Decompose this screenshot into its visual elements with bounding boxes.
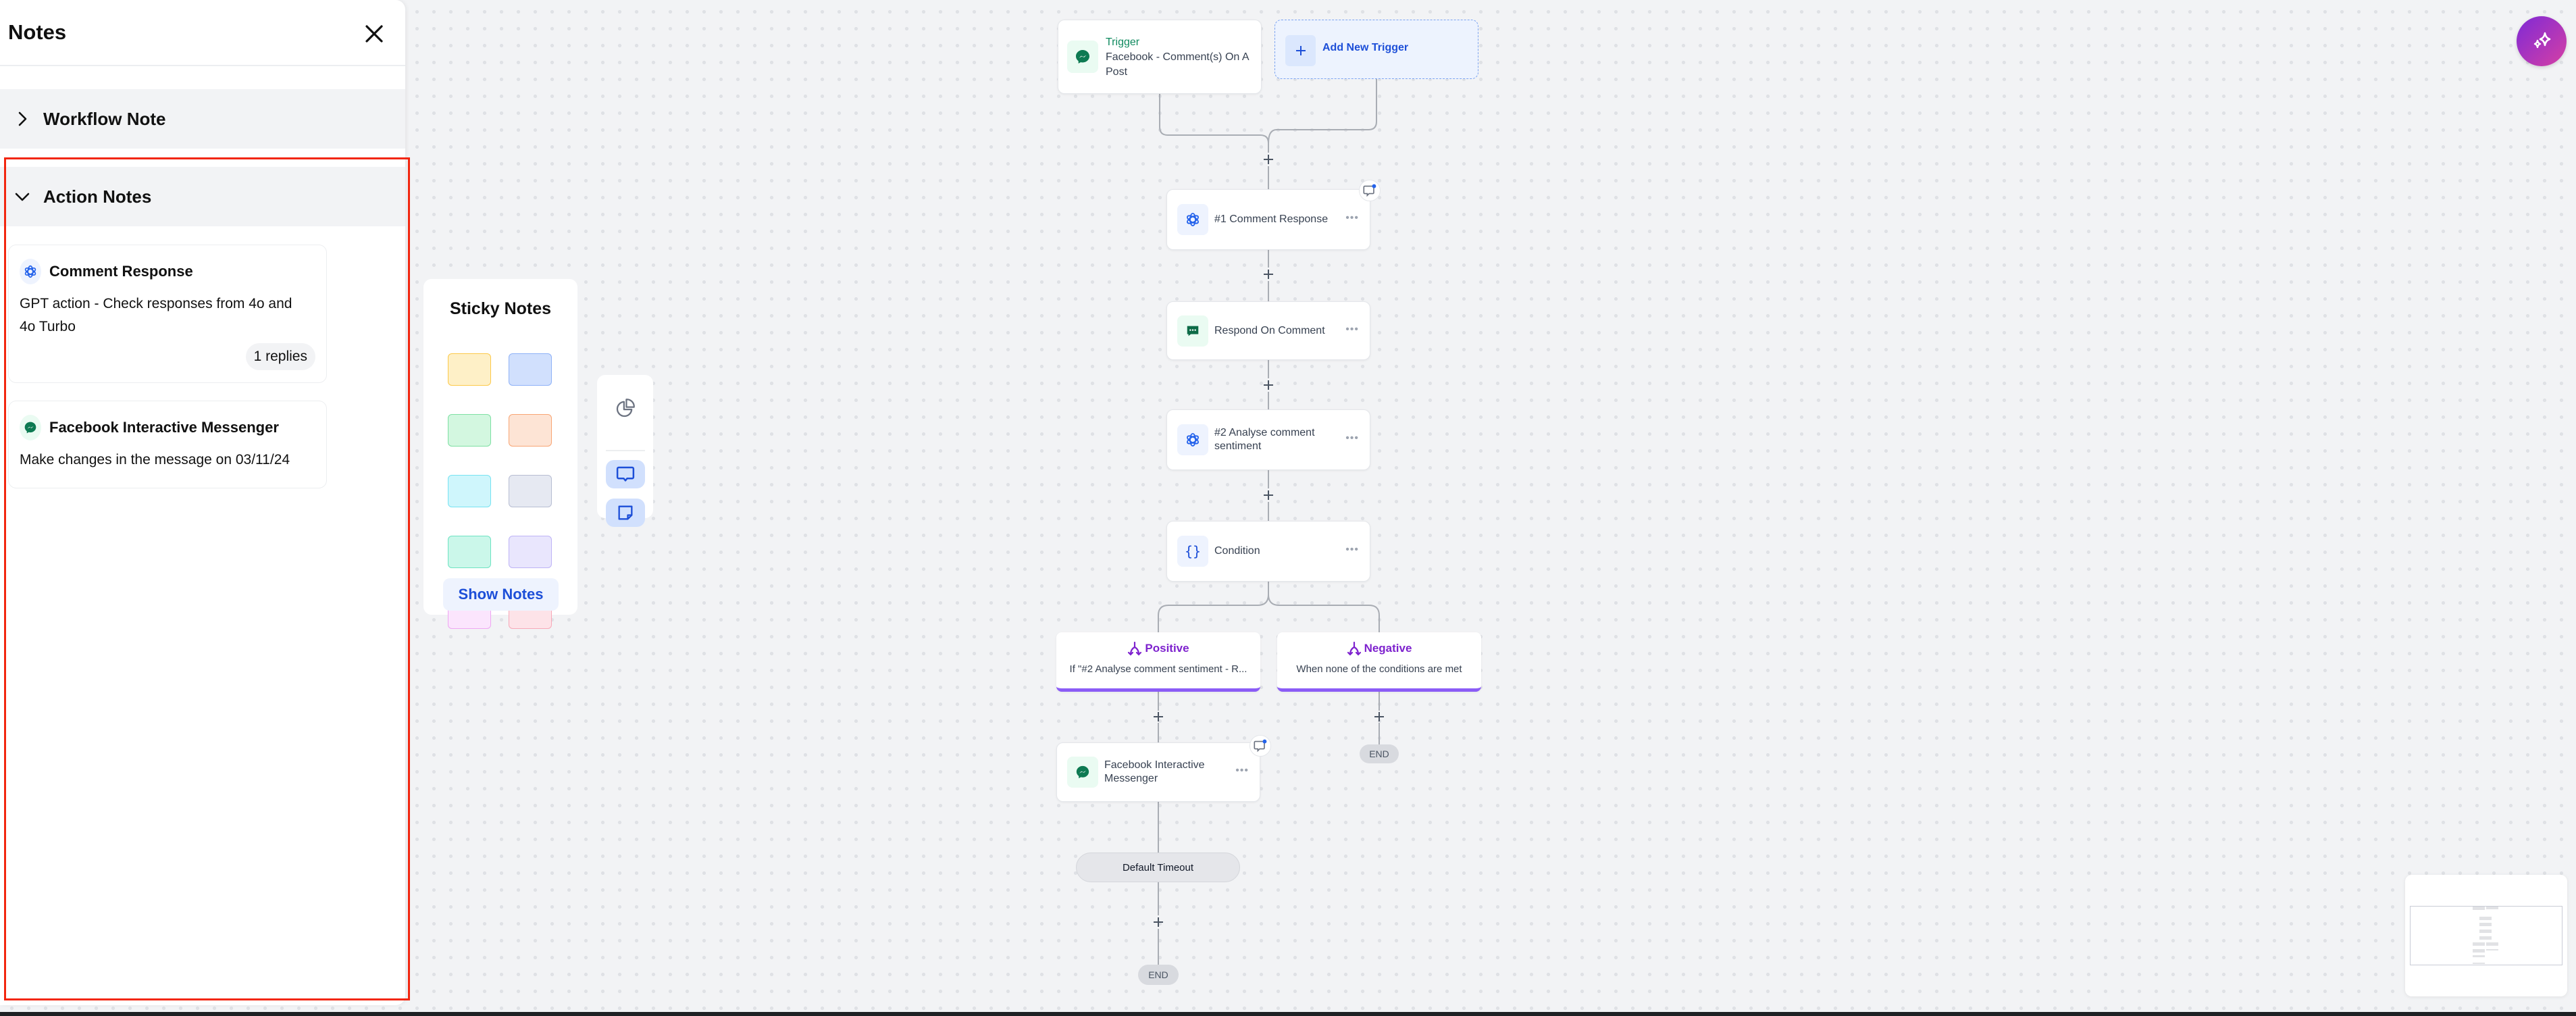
node-title: Facebook Interactive Messenger: [1104, 759, 1205, 784]
branch-split-icon: [1347, 641, 1361, 656]
branch-label: Negative: [1364, 642, 1412, 655]
add-step-plus-icon[interactable]: [1152, 711, 1164, 723]
trigger-text: Trigger Facebook - Comment(s) On A Post: [1106, 35, 1258, 80]
connector-branch-positive: [1158, 582, 1269, 632]
node-title: Respond On Comment: [1214, 324, 1325, 336]
minimap-node: [2473, 955, 2485, 957]
minimap-node: [2473, 942, 2485, 946]
more-options-icon[interactable]: •••: [1235, 765, 1249, 777]
minimap-node: [2486, 942, 2498, 946]
add-step-plus-icon[interactable]: [1262, 268, 1274, 280]
node-title: #2 Analyse comment sentiment: [1214, 427, 1315, 452]
minimap-node: [2473, 949, 2485, 952]
add-step-plus-icon[interactable]: [1262, 489, 1274, 501]
window-bottom-edge: [0, 1012, 2576, 1016]
end-node: END: [1138, 965, 1179, 985]
add-new-trigger-button[interactable]: Add New Trigger: [1274, 20, 1478, 79]
add-step-plus-icon[interactable]: [1262, 379, 1274, 391]
add-new-trigger-label: Add New Trigger: [1322, 42, 1409, 53]
branch-description: When none of the conditions are met: [1296, 663, 1462, 675]
default-timeout-node[interactable]: Default Timeout: [1076, 853, 1240, 882]
minimap-node: [2479, 917, 2492, 920]
action-node-respond-on-comment[interactable]: Respond On Comment •••: [1166, 301, 1370, 360]
minimap-node: [2486, 907, 2498, 909]
trigger-name: Facebook - Comment(s) On A Post: [1106, 51, 1249, 78]
more-options-icon[interactable]: •••: [1345, 212, 1359, 224]
connector-branch-negative: [1268, 582, 1380, 632]
add-step-plus-icon[interactable]: [1262, 153, 1274, 166]
comment-notification-icon: [1363, 184, 1376, 197]
minimap-node: [2473, 907, 2485, 910]
action-node-analyse-sentiment[interactable]: #2 Analyse comment sentiment •••: [1166, 409, 1370, 470]
connector-add-trigger: [1268, 79, 1377, 144]
openai-icon: [1177, 204, 1208, 235]
more-options-icon[interactable]: •••: [1345, 544, 1359, 556]
comment-notification-icon: [1254, 739, 1267, 753]
minimap-node: [2479, 936, 2492, 940]
end-node-negative: END: [1360, 744, 1399, 763]
branch-description: If "#2 Analyse comment sentiment - R...: [1069, 663, 1247, 675]
connector-trigger: [1159, 94, 1269, 144]
openai-icon: [1177, 424, 1208, 455]
ai-assistant-button[interactable]: [2517, 16, 2567, 66]
minimap-node: [2479, 930, 2492, 933]
branch-negative[interactable]: Negative When none of the conditions are…: [1277, 632, 1481, 692]
branch-header: Positive: [1056, 640, 1260, 657]
minimap-viewport[interactable]: [2410, 906, 2562, 965]
branch-split-icon: [1128, 641, 1142, 656]
minimap-node: [2479, 923, 2492, 926]
branch-label: Positive: [1145, 642, 1189, 655]
add-step-plus-icon[interactable]: [1152, 916, 1164, 928]
minimap-node: [2486, 949, 2498, 950]
action-node-facebook-messenger[interactable]: Facebook Interactive Messenger •••: [1056, 742, 1260, 802]
workflow-connectors: [1158, 79, 1380, 965]
action-node-comment-response[interactable]: #1 Comment Response •••: [1166, 189, 1370, 250]
branch-header: Negative: [1277, 640, 1481, 657]
braces-icon: {}: [1177, 536, 1208, 567]
messenger-icon: [1067, 757, 1098, 788]
node-title: #1 Comment Response: [1214, 213, 1329, 225]
plus-icon: [1285, 35, 1316, 66]
more-options-icon[interactable]: •••: [1345, 432, 1359, 444]
chat-bubble-icon: [1177, 315, 1208, 347]
trigger-node[interactable]: Trigger Facebook - Comment(s) On A Post: [1058, 20, 1262, 94]
sparkles-icon: [2533, 32, 2551, 49]
more-options-icon[interactable]: •••: [1345, 324, 1359, 336]
condition-node[interactable]: {} Condition •••: [1166, 521, 1370, 582]
node-title: Condition: [1214, 545, 1260, 557]
messenger-icon: [1067, 41, 1098, 73]
trigger-label: Trigger: [1106, 36, 1140, 48]
add-step-plus-icon[interactable]: [1373, 711, 1385, 723]
node-comment-button[interactable]: [1250, 735, 1271, 757]
minimap[interactable]: [2405, 875, 2567, 996]
minimap-node: [2473, 963, 2485, 964]
node-comment-button[interactable]: [1359, 180, 1381, 201]
branch-positive[interactable]: Positive If "#2 Analyse comment sentimen…: [1056, 632, 1260, 692]
